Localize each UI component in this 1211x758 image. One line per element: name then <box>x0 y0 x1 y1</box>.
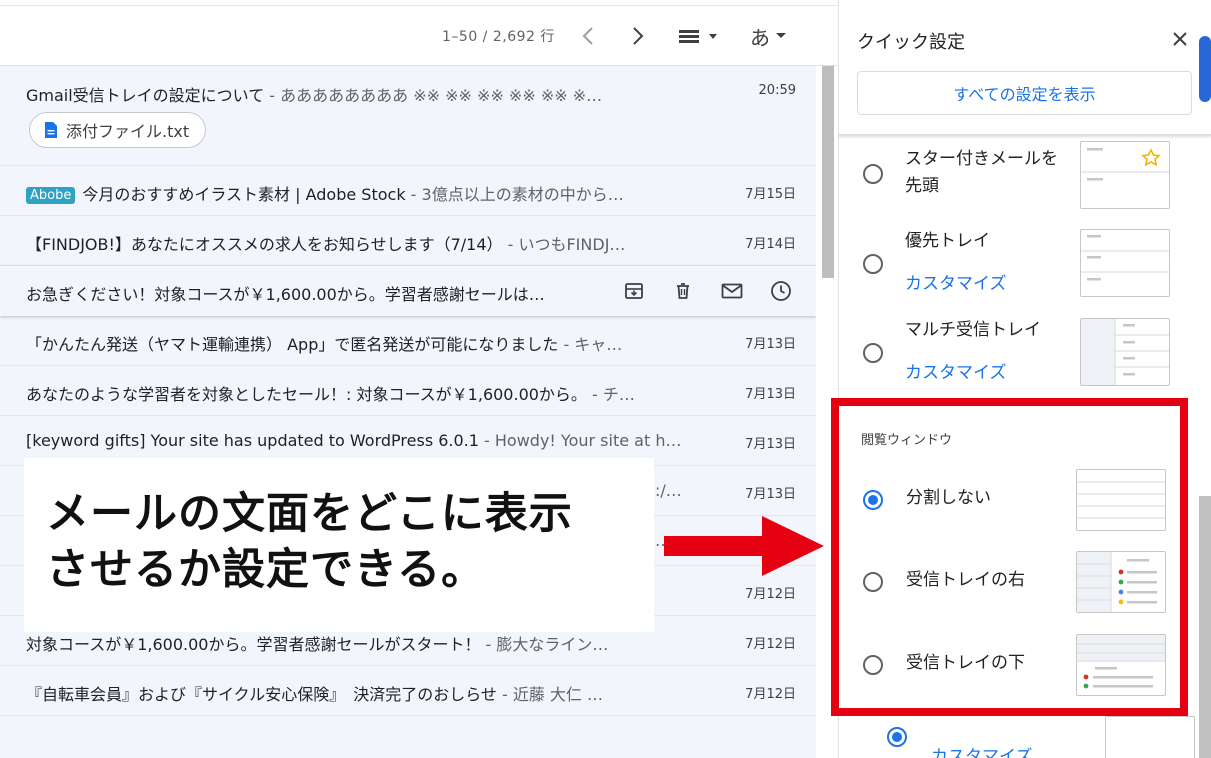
layout-preview-icon <box>1081 235 1169 281</box>
mail-row-text: [keyword gifts] Your site has updated to… <box>26 431 681 450</box>
inbox-type-label: 優先トレイ <box>905 231 990 251</box>
mail-date: 7月13日 <box>745 437 796 452</box>
customize-link[interactable]: カスタマイズ <box>931 742 1033 758</box>
panel-divider <box>839 134 1211 136</box>
row-hover-actions <box>622 279 793 303</box>
density-toggle-button[interactable] <box>676 22 722 50</box>
mail-date: 7月13日 <box>745 387 796 402</box>
list-toolbar: 1–50 / 2,692 行 あ <box>0 0 838 66</box>
mail-row-text: 【FINDJOB!】あなたにオススメの求人をお知らせします（7/14） - いつ… <box>26 235 626 254</box>
mail-list-scrollbar[interactable] <box>822 66 834 278</box>
mail-date: 7月13日 <box>745 487 796 502</box>
mail-date: 7月12日 <box>745 587 796 602</box>
mail-row-text: あなたのような学習者を対象としたセール！: 対象コースが￥1,600.00から。… <box>26 385 635 404</box>
input-tools-label: あ <box>750 25 770 50</box>
mail-row-text: Abobe 今月のおすすめイラスト素材 | Adobe Stock - 3億点以上… <box>26 181 681 205</box>
layout-preview-icon <box>1081 319 1169 385</box>
annotation-callout: メールの文面をどこに表示 させるか設定できる。 <box>24 458 654 632</box>
newer-page-button[interactable] <box>574 22 602 50</box>
layout-preview-icon <box>1081 148 1169 181</box>
red-arrow-icon <box>664 516 824 576</box>
starred-first-thumbnail <box>1080 141 1170 209</box>
inbox-type-radio-starred[interactable] <box>863 164 883 184</box>
chevron-right-icon <box>633 27 644 45</box>
delete-button[interactable] <box>671 279 695 303</box>
attachment-name: 添付ファイル.txt <box>66 122 190 141</box>
pagination-count: 1–50 / 2,692 行 <box>442 29 555 45</box>
inbox-type-radio-priority[interactable] <box>863 254 883 274</box>
multiple-inboxes-thumbnail <box>1080 318 1170 386</box>
callout-line-2: させるか設定できる。 <box>46 545 486 595</box>
older-page-button[interactable] <box>624 22 652 50</box>
mail-row[interactable]: Abobe 今月のおすすめイラスト素材 | Adobe Stock - 3億点以上… <box>0 166 816 216</box>
priority-inbox-thumbnail <box>1080 229 1170 297</box>
toolbar-top-divider <box>0 0 838 6</box>
mail-date: 7月13日 <box>745 337 796 352</box>
close-icon <box>1173 32 1187 46</box>
mail-list: Gmail受信トレイの設定について - ああああああああ ※※ ※※ ※※ ※※… <box>0 66 816 758</box>
mail-row-text: お急ぎください！対象コースが￥1,600.00から。学習者感謝セールは… <box>26 285 545 304</box>
document-icon <box>45 122 57 138</box>
callout-line-1: メールの文面をどこに表示 <box>46 489 573 539</box>
highlight-frame <box>831 398 1188 716</box>
archive-button[interactable] <box>622 279 646 303</box>
mail-row-partial[interactable] <box>0 716 816 758</box>
mail-date: 7月12日 <box>745 637 796 652</box>
chevron-left-icon <box>582 27 593 45</box>
mail-row-text: 『自転車会員』および『サイクル安心保険』 決済完了のおしらせ - 近藤 大仁 … <box>26 685 604 704</box>
panel-scrollbar[interactable] <box>1199 496 1211 758</box>
close-button[interactable] <box>1167 26 1193 52</box>
clock-icon <box>771 281 791 301</box>
customize-link[interactable]: カスタマイズ <box>905 358 1007 383</box>
mail-row[interactable]: Gmail受信トレイの設定について - ああああああああ ※※ ※※ ※※ ※※… <box>0 66 816 166</box>
inbox-type-label: マルチ受信トレイ <box>905 320 1041 340</box>
mail-row-text: 対象コースが￥1,600.00から。学習者感謝セールがスタート！ - 膨大なライ… <box>26 635 609 654</box>
trash-icon <box>677 283 689 299</box>
mail-date: 7月15日 <box>745 187 796 202</box>
mark-as-read-button[interactable] <box>720 279 744 303</box>
mail-date: 7月14日 <box>745 237 796 252</box>
mail-row-hovered[interactable]: お急ぎください！対象コースが￥1,600.00から。学習者感謝セールは… <box>0 266 816 316</box>
snooze-button[interactable] <box>769 279 793 303</box>
archive-icon <box>625 283 643 299</box>
mail-row-text: Gmail受信トレイの設定について - ああああああああ ※※ ※※ ※※ ※※… <box>26 86 603 105</box>
label-badge: Abobe <box>26 187 76 204</box>
density-icon <box>679 30 717 43</box>
mail-row-text: :/… <box>655 481 682 500</box>
mail-date: 7月12日 <box>745 687 796 702</box>
inbox-type-radio-default[interactable] <box>887 727 907 747</box>
mail-row[interactable]: 【FINDJOB!】あなたにオススメの求人をお知らせします（7/14） - いつ… <box>0 216 816 266</box>
see-all-settings-button[interactable]: すべての設定を表示 <box>857 71 1192 115</box>
mail-date: 20:59 <box>758 83 796 98</box>
attachment-chip[interactable]: 添付ファイル.txt <box>29 112 207 148</box>
outer-scrollbar-thumb[interactable] <box>1199 36 1211 102</box>
quick-settings-title: クイック設定 <box>857 32 965 53</box>
mail-row-text: 「かんたん発送（ヤマト運輸連携） App」で匿名発送が可能になりました - キャ… <box>26 335 623 354</box>
envelope-icon <box>721 283 743 299</box>
inbox-type-label: スター付きメールを 先頭 <box>905 149 1058 196</box>
default-inbox-thumbnail <box>1105 716 1195 758</box>
mail-row[interactable]: 『自転車会員』および『サイクル安心保険』 決済完了のおしらせ - 近藤 大仁 …… <box>0 666 816 716</box>
caret-down-icon <box>776 33 786 38</box>
inbox-type-radio-multiple[interactable] <box>863 343 883 363</box>
mail-row[interactable]: 「かんたん発送（ヤマト運輸連携） App」で匿名発送が可能になりました - キャ… <box>0 316 816 366</box>
customize-link[interactable]: カスタマイズ <box>905 269 1007 294</box>
mail-row[interactable]: あなたのような学習者を対象としたセール！: 対象コースが￥1,600.00から。… <box>0 366 816 416</box>
input-tools-button[interactable]: あ <box>746 22 792 50</box>
